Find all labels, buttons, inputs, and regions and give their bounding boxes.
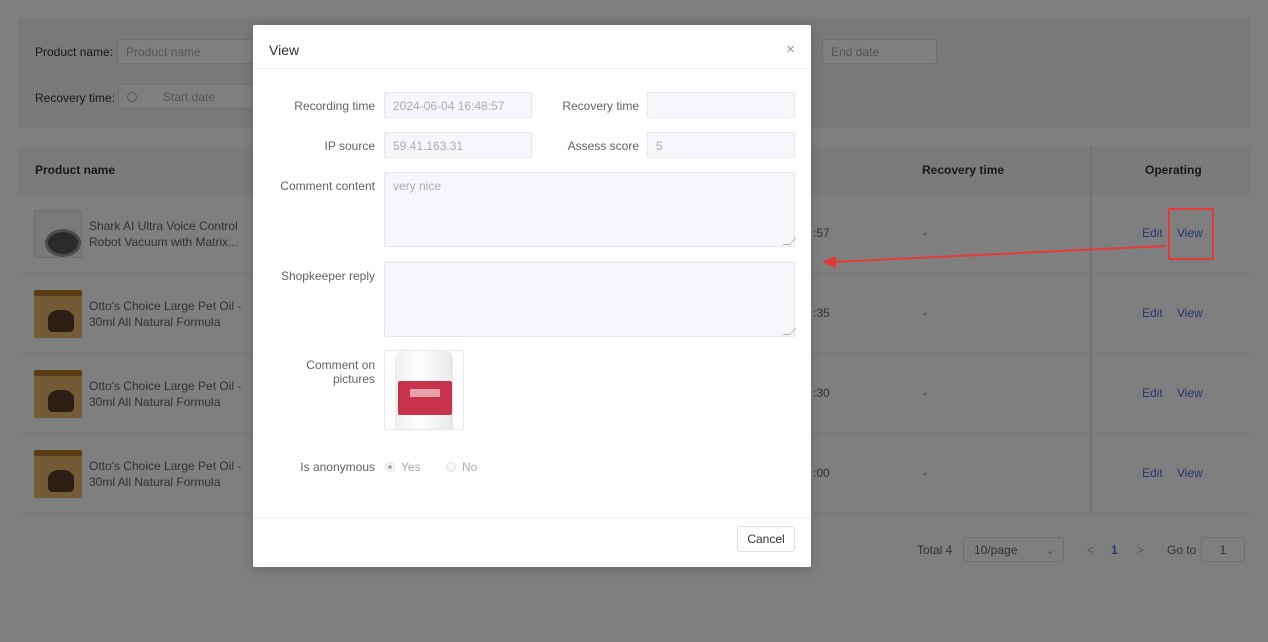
resize-handle-icon[interactable] bbox=[782, 328, 797, 335]
recording-time-label: Recording time bbox=[294, 99, 375, 113]
dialog-footer-divider bbox=[253, 517, 811, 518]
resize-handle-icon[interactable] bbox=[782, 238, 797, 245]
recovery-time-label: Recovery time bbox=[562, 99, 639, 113]
close-icon[interactable]: × bbox=[786, 41, 795, 58]
recording-time-field: 2024-06-04 16:48:57 bbox=[384, 92, 532, 118]
dialog-title: View bbox=[269, 42, 300, 58]
anonymous-no-radio: No bbox=[446, 460, 477, 474]
anonymous-no-label: No bbox=[462, 460, 478, 474]
radio-checked-icon bbox=[385, 462, 395, 472]
anonymous-yes-radio: Yes bbox=[385, 460, 421, 474]
cancel-button[interactable]: Cancel bbox=[737, 526, 795, 552]
comment-content-text: very nice bbox=[393, 179, 442, 193]
recovery-time-field bbox=[647, 92, 795, 118]
view-review-dialog: View × Recording time 2024-06-04 16:48:5… bbox=[253, 25, 811, 567]
bottle-label-image bbox=[398, 381, 452, 415]
ip-source-field: 59.41.163.31 bbox=[384, 132, 532, 158]
comment-content-textarea: very nice bbox=[384, 172, 797, 247]
shopkeeper-reply-label: Shopkeeper reply bbox=[280, 269, 375, 283]
assess-score-label: Assess score bbox=[567, 139, 639, 153]
view-link-highlight-annotation bbox=[1168, 208, 1214, 260]
radio-unchecked-icon bbox=[446, 462, 456, 472]
comment-content-label: Comment content bbox=[280, 179, 375, 193]
anonymous-yes-label: Yes bbox=[401, 460, 421, 474]
comment-pictures-label: Comment on pictures bbox=[306, 358, 375, 386]
is-anonymous-label: Is anonymous bbox=[300, 460, 375, 474]
comment-picture-thumbnail[interactable] bbox=[384, 350, 464, 430]
ip-source-label: IP source bbox=[324, 139, 375, 153]
assess-score-field: 5 bbox=[647, 132, 795, 158]
dialog-header-divider bbox=[253, 68, 811, 69]
shopkeeper-reply-textarea bbox=[384, 262, 797, 337]
